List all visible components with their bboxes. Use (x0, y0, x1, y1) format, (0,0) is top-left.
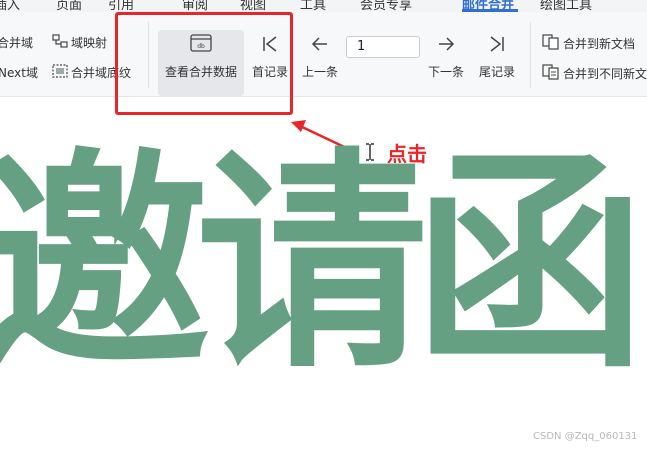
watermark: CSDN @Zqq_060131 (533, 431, 638, 442)
document-title: 邀请函 (0, 129, 646, 399)
